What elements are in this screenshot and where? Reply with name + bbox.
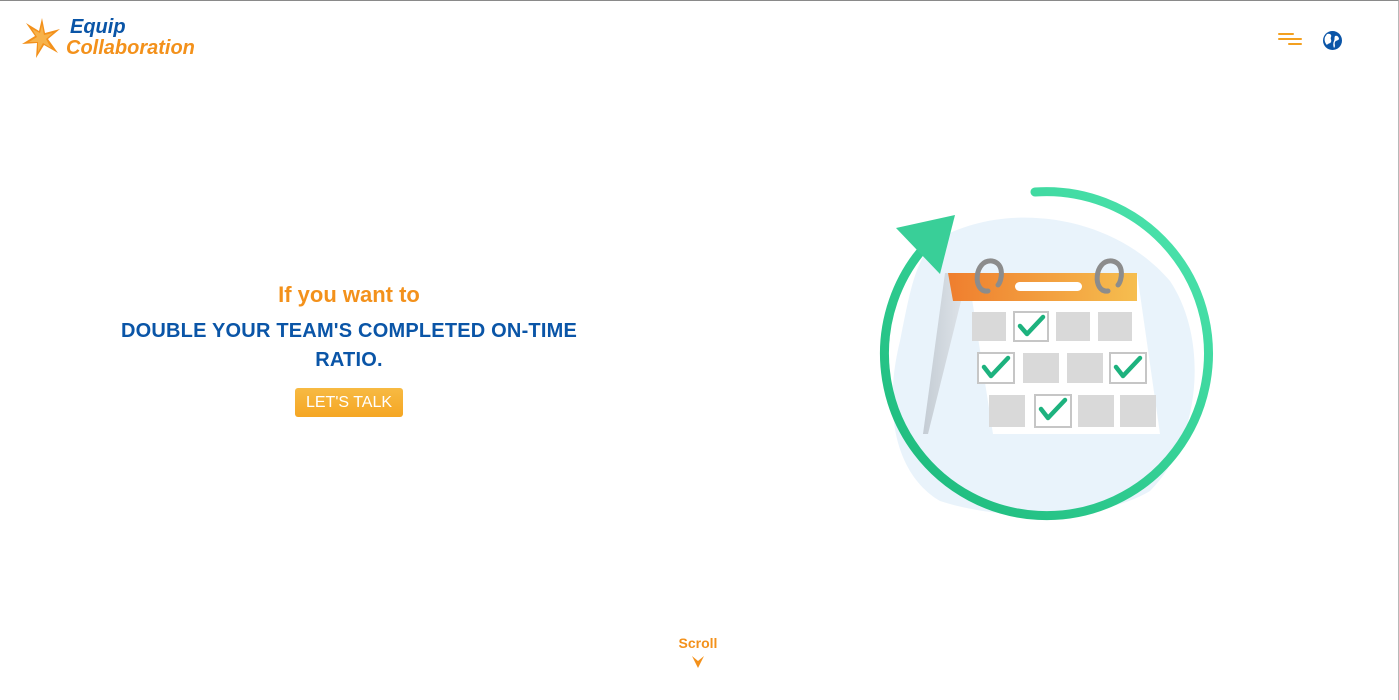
hero-section: If you want to DOUBLE YOUR TEAM'S COMPLE… bbox=[98, 277, 600, 417]
hamburger-menu-icon[interactable] bbox=[1276, 29, 1304, 49]
logo-line-collaboration: Collaboration bbox=[66, 37, 195, 59]
hero-headline: DOUBLE YOUR TEAM'S COMPLETED ON-TIME RAT… bbox=[120, 320, 578, 371]
brand-logo[interactable]: Equip Collaboration bbox=[20, 17, 195, 59]
hero-kicker: If you want to bbox=[278, 282, 420, 307]
logo-wordmark: Equip Collaboration bbox=[66, 17, 195, 59]
globe-icon[interactable] bbox=[1322, 30, 1343, 51]
chevron-down-icon bbox=[692, 656, 704, 668]
calendar-cycle-icon bbox=[879, 187, 1213, 521]
logo-line-equip: Equip bbox=[70, 16, 126, 38]
scroll-indicator[interactable]: Scroll bbox=[670, 635, 726, 669]
star-logo-icon bbox=[22, 18, 60, 58]
lets-talk-button[interactable]: LET'S TALK bbox=[294, 388, 404, 417]
scroll-label: Scroll bbox=[678, 635, 718, 651]
